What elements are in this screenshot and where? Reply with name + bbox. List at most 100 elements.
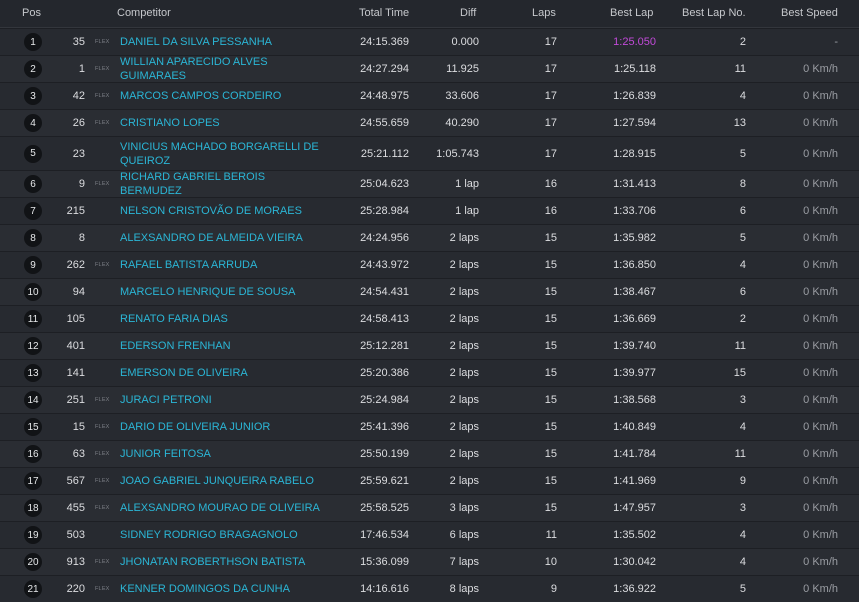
- best-lap: 1:41.784: [613, 448, 656, 460]
- competitor-name-link[interactable]: RENATO FARIA DIAS: [120, 312, 320, 326]
- best-speed: 0 Km/h: [803, 232, 838, 244]
- table-row[interactable]: 5 23 VINICIUS MACHADO BORGARELLI DE QUEIRO…: [0, 137, 859, 170]
- header-total-time[interactable]: Total Time: [359, 7, 409, 19]
- header-best-lap[interactable]: Best Lap: [610, 7, 653, 19]
- best-speed: 0 Km/h: [803, 556, 838, 568]
- competitor-name-link[interactable]: MARCOS CAMPOS CORDEIRO: [120, 89, 320, 103]
- diff: 2 laps: [449, 367, 479, 379]
- competitor-name-link[interactable]: JURACI PETRONI: [120, 393, 320, 407]
- best-speed: 0 Km/h: [803, 147, 838, 160]
- competitor-name-link[interactable]: WILLIAN APARECIDO ALVES GUIMARAES: [120, 55, 320, 83]
- total-time: 24:15.369: [360, 36, 409, 48]
- table-row[interactable]: 15 15 FLEX DARIO DE OLIVEIRA JUNIOR 25:41.39…: [0, 414, 859, 440]
- best-lap-number: 5: [739, 583, 746, 595]
- position-badge: 6: [24, 175, 42, 193]
- diff: 6 laps: [449, 529, 479, 541]
- header-best-speed[interactable]: Best Speed: [781, 7, 838, 19]
- position-badge: 4: [24, 114, 42, 132]
- table-row[interactable]: 2 1 FLEX WILLIAN APARECIDO ALVES GUIMARAES 2…: [0, 56, 859, 82]
- best-speed: 0 Km/h: [803, 421, 838, 433]
- competitor-name-link[interactable]: JOAO GABRIEL JUNQUEIRA RABELO: [120, 474, 320, 488]
- laps: 11: [545, 529, 557, 541]
- competitor-name-link[interactable]: SIDNEY RODRIGO BRAGAGNOLO: [120, 528, 320, 542]
- competitor-name-link[interactable]: DANIEL DA SILVA PESSANHA: [120, 35, 320, 49]
- table-row[interactable]: 9 262 FLEX RAFAEL BATISTA ARRUDA 24:43.972 2 …: [0, 252, 859, 278]
- total-time: 24:55.659: [360, 117, 409, 129]
- best-speed: 0 Km/h: [803, 340, 838, 352]
- position-badge: 15: [24, 418, 42, 436]
- position-badge: 13: [24, 364, 42, 382]
- table-row[interactable]: 14 251 FLEX JURACI PETRONI 25:24.984 2 laps 15…: [0, 387, 859, 413]
- diff: 2 laps: [449, 421, 479, 433]
- header-pos[interactable]: Pos: [22, 7, 41, 19]
- position-badge: 14: [24, 391, 42, 409]
- best-lap: 1:33.706: [613, 205, 656, 217]
- competitor-name-link[interactable]: RAFAEL BATISTA ARRUDA: [120, 258, 320, 272]
- laps: 15: [544, 286, 557, 298]
- competitor-name-link[interactable]: ALEXSANDRO MOURAO DE OLIVEIRA: [120, 501, 320, 515]
- position-badge: 11: [24, 310, 42, 328]
- competitor-name-link[interactable]: JUNIOR FEITOSA: [120, 447, 320, 461]
- laps: 15: [544, 394, 557, 406]
- competitor-name-link[interactable]: EDERSON FRENHAN: [120, 339, 320, 353]
- competitor-name-link[interactable]: EMERSON DE OLIVEIRA: [120, 366, 320, 380]
- table-row[interactable]: 10 94 MARCELO HENRIQUE DE SOUSA 24:54.431 2 …: [0, 279, 859, 305]
- competitor-name-link[interactable]: CRISTIANO LOPES: [120, 116, 320, 130]
- total-time: 24:48.975: [360, 90, 409, 102]
- competitor-name-link[interactable]: KENNER DOMINGOS DA CUNHA: [120, 582, 320, 596]
- table-row[interactable]: 13 141 EMERSON DE OLIVEIRA 25:20.386 2 laps 1…: [0, 360, 859, 386]
- table-row[interactable]: 18 455 FLEX ALEXSANDRO MOURAO DE OLIVEIRA 25…: [0, 495, 859, 521]
- table-row[interactable]: 4 26 FLEX CRISTIANO LOPES 24:55.659 40.290 17 1…: [0, 110, 859, 136]
- competitor-name-link[interactable]: ALEXSANDRO DE ALMEIDA VIEIRA: [120, 231, 320, 245]
- table-row[interactable]: 1 35 FLEX DANIEL DA SILVA PESSANHA 24:15.369…: [0, 29, 859, 55]
- competitor-name-link[interactable]: MARCELO HENRIQUE DE SOUSA: [120, 285, 320, 299]
- table-row[interactable]: 17 567 FLEX JOAO GABRIEL JUNQUEIRA RABELO 25…: [0, 468, 859, 494]
- laps: 15: [544, 232, 557, 244]
- flex-tag: FLEX: [95, 262, 110, 268]
- position-badge: 16: [24, 445, 42, 463]
- competitor-name-link[interactable]: DARIO DE OLIVEIRA JUNIOR: [120, 420, 320, 434]
- header-best-lap-no[interactable]: Best Lap No.: [682, 7, 746, 19]
- position-badge: 8: [24, 229, 42, 247]
- table-row[interactable]: 19 503 SIDNEY RODRIGO BRAGAGNOLO 17:46.534 6…: [0, 522, 859, 548]
- competitor-number: 23: [72, 147, 85, 160]
- table-row[interactable]: 3 42 FLEX MARCOS CAMPOS CORDEIRO 24:48.975 33…: [0, 83, 859, 109]
- best-lap-number: 9: [739, 475, 746, 487]
- total-time: 24:27.294: [360, 63, 409, 75]
- header-competitor[interactable]: Competitor: [117, 7, 171, 19]
- best-lap: 1:36.922: [613, 583, 656, 595]
- laps: 15: [544, 448, 557, 460]
- position-badge: 5: [24, 144, 42, 163]
- competitor-number: 9: [78, 178, 85, 190]
- table-row[interactable]: 16 63 FLEX JUNIOR FEITOSA 25:50.199 2 laps 15 1…: [0, 441, 859, 467]
- best-lap-number: 11: [734, 63, 746, 75]
- table-row[interactable]: 8 8 ALEXSANDRO DE ALMEIDA VIEIRA 24:24.956 2…: [0, 225, 859, 251]
- best-speed: 0 Km/h: [803, 90, 838, 102]
- table-row[interactable]: 6 9 FLEX RICHARD GABRIEL BEROIS BERMUDEZ 25:…: [0, 171, 859, 197]
- table-row[interactable]: 12 401 EDERSON FRENHAN 25:12.281 2 laps 15 1:3…: [0, 333, 859, 359]
- total-time: 25:20.386: [360, 367, 409, 379]
- flex-tag: FLEX: [95, 120, 110, 126]
- laps: 15: [544, 313, 557, 325]
- position-badge: 3: [24, 87, 42, 105]
- best-lap: 1:35.502: [613, 529, 656, 541]
- best-lap-number: 3: [739, 394, 746, 406]
- flex-tag: FLEX: [95, 478, 110, 484]
- table-row[interactable]: 11 105 RENATO FARIA DIAS 24:58.413 2 laps 15 1…: [0, 306, 859, 332]
- header-diff[interactable]: Diff: [460, 7, 476, 19]
- header-laps[interactable]: Laps: [532, 7, 556, 19]
- total-time: 25:21.112: [360, 147, 409, 160]
- best-lap-number: 6: [739, 286, 746, 298]
- competitor-name-link[interactable]: JHONATAN ROBERTHSON BATISTA: [120, 555, 320, 569]
- best-lap: 1:25.050: [613, 36, 656, 48]
- best-lap-number: 15: [733, 367, 746, 379]
- best-lap: 1:28.915: [613, 147, 656, 160]
- competitor-name-link[interactable]: RICHARD GABRIEL BEROIS BERMUDEZ: [120, 170, 320, 198]
- competitor-name-link[interactable]: VINICIUS MACHADO BORGARELLI DE QUEIROZ: [120, 140, 320, 168]
- competitor-name-link[interactable]: NELSON CRISTOVÃO DE MORAES: [120, 204, 320, 218]
- table-row[interactable]: 20 913 FLEX JHONATAN ROBERTHSON BATISTA 15:3…: [0, 549, 859, 575]
- table-row[interactable]: 7 215 NELSON CRISTOVÃO DE MORAES 25:28.984 1…: [0, 198, 859, 224]
- flex-tag: FLEX: [95, 586, 110, 592]
- table-row[interactable]: 21 220 FLEX KENNER DOMINGOS DA CUNHA 14:16.6…: [0, 576, 859, 602]
- best-speed: 0 Km/h: [803, 63, 838, 75]
